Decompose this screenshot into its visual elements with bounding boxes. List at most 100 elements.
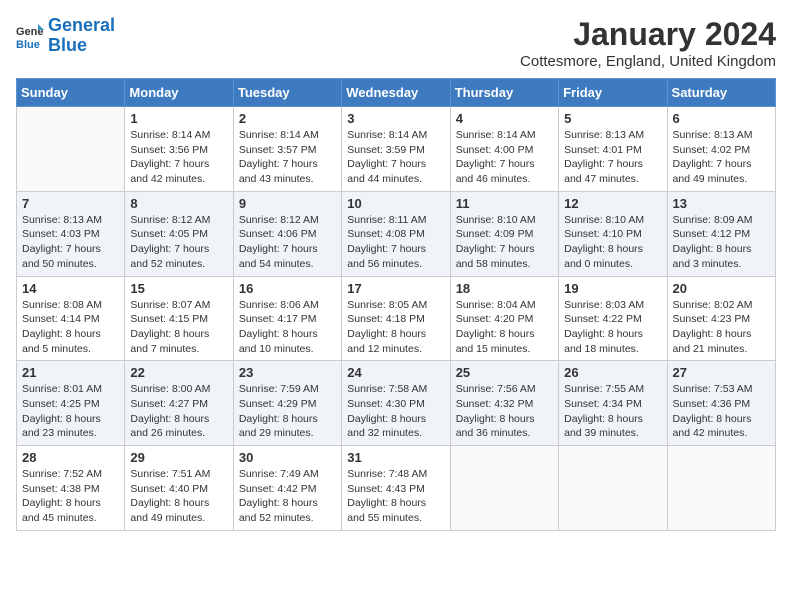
day-number: 21: [22, 365, 119, 380]
day-info: Sunrise: 8:09 AMSunset: 4:12 PMDaylight:…: [673, 213, 770, 272]
day-cell: 17 Sunrise: 8:05 AMSunset: 4:18 PMDayligh…: [342, 276, 450, 361]
day-cell: 27 Sunrise: 7:53 AMSunset: 4:36 PMDayligh…: [667, 361, 775, 446]
day-info: Sunrise: 7:53 AMSunset: 4:36 PMDaylight:…: [673, 382, 770, 441]
weekday-header-row: SundayMondayTuesdayWednesdayThursdayFrid…: [17, 79, 776, 107]
weekday-header-sunday: Sunday: [17, 79, 125, 107]
day-info: Sunrise: 8:10 AMSunset: 4:10 PMDaylight:…: [564, 213, 661, 272]
day-cell: 30Sunrise: 7:49 AMSunset: 4:42 PMDayligh…: [233, 446, 341, 531]
day-info: Sunrise: 8:05 AMSunset: 4:18 PMDaylight:…: [347, 298, 444, 357]
day-info: Sunrise: 7:58 AMSunset: 4:30 PMDaylight:…: [347, 382, 444, 441]
day-number: 17: [347, 281, 444, 296]
week-row-1: 1 Sunrise: 8:14 AMSunset: 3:56 PMDaylight…: [17, 107, 776, 192]
day-cell: 28 Sunrise: 7:52 AMSunset: 4:38 PMDayligh…: [17, 446, 125, 531]
logo-text: GeneralBlue: [48, 16, 115, 56]
day-number: 1: [130, 111, 227, 126]
week-row-5: 28 Sunrise: 7:52 AMSunset: 4:38 PMDayligh…: [17, 446, 776, 531]
weekday-header-friday: Friday: [559, 79, 667, 107]
day-number: 6: [673, 111, 770, 126]
day-info: Sunrise: 7:59 AMSunset: 4:29 PMDaylight:…: [239, 382, 336, 441]
day-cell: 4 Sunrise: 8:14 AMSunset: 4:00 PMDaylight…: [450, 107, 558, 192]
day-number: 20: [673, 281, 770, 296]
svg-text:Blue: Blue: [16, 39, 40, 50]
day-cell: 15 Sunrise: 8:07 AMSunset: 4:15 PMDayligh…: [125, 276, 233, 361]
day-info: Sunrise: 8:14 AMSunset: 4:00 PMDaylight:…: [456, 128, 553, 187]
day-cell: 9 Sunrise: 8:12 AMSunset: 4:06 PMDaylight…: [233, 191, 341, 276]
day-number: 24: [347, 365, 444, 380]
day-number: 2: [239, 111, 336, 126]
day-info: Sunrise: 8:02 AMSunset: 4:23 PMDaylight:…: [673, 298, 770, 357]
day-cell: 6Sunrise: 8:13 AMSunset: 4:02 PMDaylight…: [667, 107, 775, 192]
day-number: 29: [130, 450, 227, 465]
day-number: 11: [456, 196, 553, 211]
day-number: 22: [130, 365, 227, 380]
day-cell: 1 Sunrise: 8:14 AMSunset: 3:56 PMDaylight…: [125, 107, 233, 192]
day-cell: 13 Sunrise: 8:09 AMSunset: 4:12 PMDayligh…: [667, 191, 775, 276]
day-number: 25: [456, 365, 553, 380]
day-number: 10: [347, 196, 444, 211]
day-info: Sunrise: 8:14 AMSunset: 3:56 PMDaylight:…: [130, 128, 227, 187]
day-number: 18: [456, 281, 553, 296]
day-cell: 18 Sunrise: 8:04 AMSunset: 4:20 PMDayligh…: [450, 276, 558, 361]
day-number: 4: [456, 111, 553, 126]
day-number: 28: [22, 450, 119, 465]
day-info: Sunrise: 8:13 AMSunset: 4:01 PMDaylight:…: [564, 128, 661, 187]
title-block: January 2024 Cottesmore, England, United…: [520, 16, 776, 70]
day-info: Sunrise: 7:52 AMSunset: 4:38 PMDaylight:…: [22, 467, 119, 526]
day-cell: 24 Sunrise: 7:58 AMSunset: 4:30 PMDayligh…: [342, 361, 450, 446]
day-info: Sunrise: 8:07 AMSunset: 4:15 PMDaylight:…: [130, 298, 227, 357]
day-cell: 23Sunrise: 7:59 AMSunset: 4:29 PMDayligh…: [233, 361, 341, 446]
day-info: Sunrise: 8:14 AMSunset: 3:59 PMDaylight:…: [347, 128, 444, 187]
day-number: 15: [130, 281, 227, 296]
day-number: 31: [347, 450, 444, 465]
day-cell: 2 Sunrise: 8:14 AMSunset: 3:57 PMDaylight…: [233, 107, 341, 192]
day-info: Sunrise: 7:48 AMSunset: 4:43 PMDaylight:…: [347, 467, 444, 526]
day-cell: 7 Sunrise: 8:13 AMSunset: 4:03 PMDaylight…: [17, 191, 125, 276]
day-info: Sunrise: 8:04 AMSunset: 4:20 PMDaylight:…: [456, 298, 553, 357]
logo-icon: General Blue: [16, 22, 44, 50]
day-cell: 12Sunrise: 8:10 AMSunset: 4:10 PMDayligh…: [559, 191, 667, 276]
day-number: 30: [239, 450, 336, 465]
day-info: Sunrise: 7:56 AMSunset: 4:32 PMDaylight:…: [456, 382, 553, 441]
day-number: 3: [347, 111, 444, 126]
page-header: General Blue GeneralBlue January 2024 Co…: [16, 16, 776, 70]
day-cell: 8 Sunrise: 8:12 AMSunset: 4:05 PMDaylight…: [125, 191, 233, 276]
day-number: 7: [22, 196, 119, 211]
location-subtitle: Cottesmore, England, United Kingdom: [520, 53, 776, 70]
day-info: Sunrise: 8:13 AMSunset: 4:03 PMDaylight:…: [22, 213, 119, 272]
day-number: 8: [130, 196, 227, 211]
day-cell: 10 Sunrise: 8:11 AMSunset: 4:08 PMDayligh…: [342, 191, 450, 276]
week-row-4: 21 Sunrise: 8:01 AMSunset: 4:25 PMDayligh…: [17, 361, 776, 446]
calendar-table: SundayMondayTuesdayWednesdayThursdayFrid…: [16, 78, 776, 531]
day-number: 19: [564, 281, 661, 296]
day-cell: [559, 446, 667, 531]
day-info: Sunrise: 8:01 AMSunset: 4:25 PMDaylight:…: [22, 382, 119, 441]
weekday-header-wednesday: Wednesday: [342, 79, 450, 107]
day-cell: 14 Sunrise: 8:08 AMSunset: 4:14 PMDayligh…: [17, 276, 125, 361]
day-info: Sunrise: 8:12 AMSunset: 4:06 PMDaylight:…: [239, 213, 336, 272]
day-info: Sunrise: 8:12 AMSunset: 4:05 PMDaylight:…: [130, 213, 227, 272]
day-cell: 11 Sunrise: 8:10 AMSunset: 4:09 PMDayligh…: [450, 191, 558, 276]
day-cell: 20 Sunrise: 8:02 AMSunset: 4:23 PMDayligh…: [667, 276, 775, 361]
day-cell: 19 Sunrise: 8:03 AMSunset: 4:22 PMDayligh…: [559, 276, 667, 361]
day-cell: 25 Sunrise: 7:56 AMSunset: 4:32 PMDayligh…: [450, 361, 558, 446]
day-info: Sunrise: 8:10 AMSunset: 4:09 PMDaylight:…: [456, 213, 553, 272]
day-cell: 21 Sunrise: 8:01 AMSunset: 4:25 PMDayligh…: [17, 361, 125, 446]
day-number: 27: [673, 365, 770, 380]
day-info: Sunrise: 8:08 AMSunset: 4:14 PMDaylight:…: [22, 298, 119, 357]
day-cell: 16Sunrise: 8:06 AMSunset: 4:17 PMDayligh…: [233, 276, 341, 361]
day-info: Sunrise: 8:03 AMSunset: 4:22 PMDaylight:…: [564, 298, 661, 357]
weekday-header-thursday: Thursday: [450, 79, 558, 107]
day-cell: 3 Sunrise: 8:14 AMSunset: 3:59 PMDaylight…: [342, 107, 450, 192]
day-cell: [17, 107, 125, 192]
day-number: 14: [22, 281, 119, 296]
day-info: Sunrise: 8:06 AMSunset: 4:17 PMDaylight:…: [239, 298, 336, 357]
day-info: Sunrise: 7:55 AMSunset: 4:34 PMDaylight:…: [564, 382, 661, 441]
day-number: 13: [673, 196, 770, 211]
day-cell: [450, 446, 558, 531]
day-number: 26: [564, 365, 661, 380]
day-info: Sunrise: 8:14 AMSunset: 3:57 PMDaylight:…: [239, 128, 336, 187]
day-info: Sunrise: 8:11 AMSunset: 4:08 PMDaylight:…: [347, 213, 444, 272]
weekday-header-monday: Monday: [125, 79, 233, 107]
day-cell: 22Sunrise: 8:00 AMSunset: 4:27 PMDayligh…: [125, 361, 233, 446]
day-number: 9: [239, 196, 336, 211]
